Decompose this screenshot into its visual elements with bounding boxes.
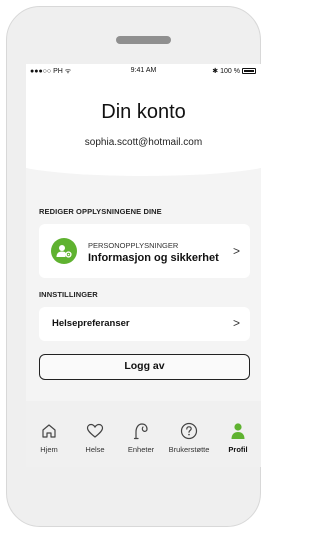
section-label-settings: INNSTILLINGER [39,290,98,299]
section-label-edit: REDIGER OPPLYSNINGENE DINE [39,207,162,216]
user-settings-icon [51,238,77,264]
tab-label: Hjem [40,445,58,454]
battery-percent: 100 % [220,67,240,75]
tab-label: Profil [228,445,248,454]
battery-icon [242,68,256,74]
phone-frame: ●●●○○ PH ᯤ 9:41 AM ✱ 100 % Din konto sop… [6,6,261,527]
tab-bar: Hjem Helse Enheter Brukerstøtte Profil [26,401,261,467]
tab-label: Enheter [127,445,155,454]
tab-support[interactable]: Brukerstøtte [166,421,212,454]
personal-info-title: Informasjon og sikkerhet [88,252,219,264]
tab-label: Brukerstøtte [168,445,210,454]
app-screen: ●●●○○ PH ᯤ 9:41 AM ✱ 100 % Din konto sop… [26,64,261,467]
account-email: sophia.scott@hotmail.com [84,137,203,148]
tab-health[interactable]: Helse [72,421,118,454]
tab-label: Helse [85,445,105,454]
health-preferences-row[interactable]: Helsepreferanser > [39,307,250,341]
profile-icon [215,421,261,441]
personal-info-caption: PERSONOPPLYSNINGER [88,241,179,250]
tab-devices[interactable]: Enheter [118,421,164,454]
personal-info-card[interactable]: PERSONOPPLYSNINGER Informasjon og sikker… [39,224,250,278]
logout-button[interactable]: Logg av [39,354,250,380]
tab-profile[interactable]: Profil [215,421,261,454]
status-bar: ●●●○○ PH ᯤ 9:41 AM ✱ 100 % [26,64,261,78]
chevron-right-icon: > [232,316,240,330]
hearing-aid-icon [118,421,164,441]
bluetooth-icon: ✱ [212,68,219,75]
chevron-right-icon: > [232,244,240,258]
health-preferences-label: Helsepreferanser [52,318,130,329]
tab-home[interactable]: Hjem [26,421,72,454]
heart-icon [72,421,118,441]
home-icon [26,421,72,441]
help-icon [166,421,212,441]
speaker-slot [116,36,171,44]
page-title: Din konto [101,101,186,123]
